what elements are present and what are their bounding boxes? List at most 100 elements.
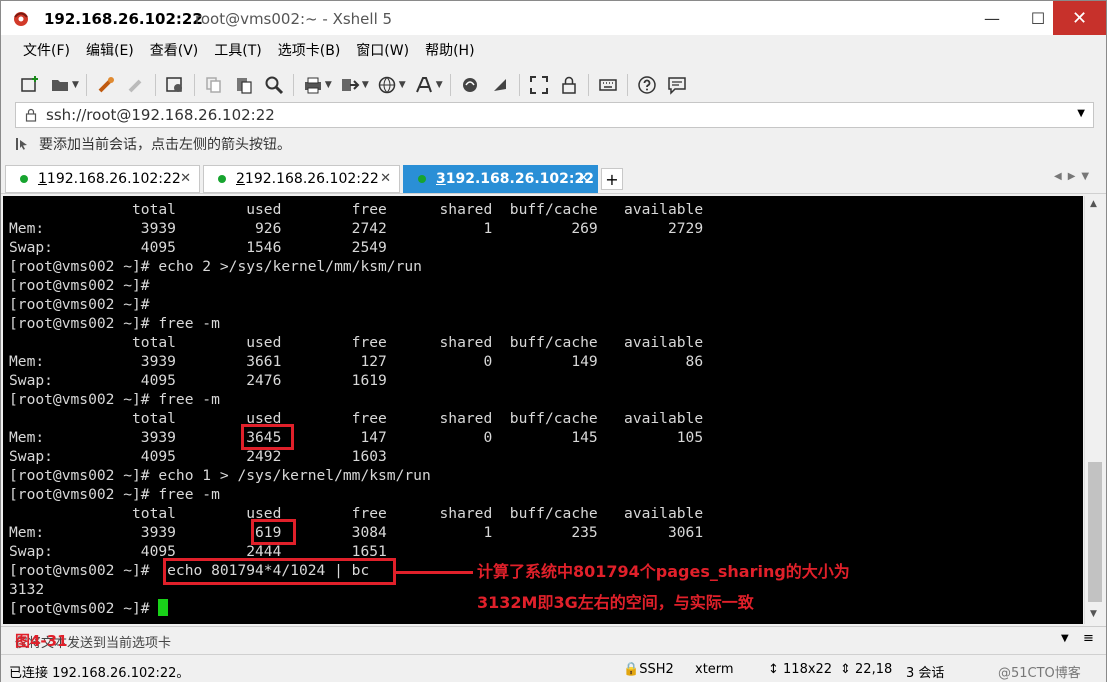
address-input[interactable]: ssh://root@192.168.26.102:22 [46,106,275,124]
close-button[interactable]: ✕ [1053,1,1106,35]
toolbar-divider [626,74,628,96]
scrollbar-thumb[interactable] [1088,462,1102,602]
highlight-box-used-619 [251,519,296,545]
menu-edit[interactable]: 编辑(E) [78,37,142,65]
toolbar-divider [292,74,294,96]
xftp-icon[interactable] [458,73,482,97]
highlight-box-used-3645 [241,424,294,450]
position-label: 22,18 [855,662,893,677]
window-title: root@vms002:~ - Xshell 5 [195,10,393,28]
terminal-line: Swap: 4095 1546 2549 [9,239,387,256]
chevron-down-icon[interactable]: ▼ [1077,108,1085,119]
chevron-down-icon[interactable]: ▼ [362,80,369,90]
chevron-down-icon[interactable]: ▼ [325,80,332,90]
chevron-down-icon[interactable]: ▼ [1061,633,1069,644]
tab-number: 2 [236,171,245,187]
lock-icon: 🔒 [623,662,640,677]
status-sessions: 3 会话 [906,666,945,681]
tab-session-3[interactable]: 3 192.168.26.102:22 ✕ [403,165,598,193]
terminal-line: [root@vms002 ~]# free -m [9,486,220,503]
disconnect-icon[interactable] [124,73,148,97]
chat-icon[interactable] [665,73,689,97]
address-bar[interactable]: ssh://root@192.168.26.102:22 ▼ [15,102,1094,128]
close-icon[interactable]: ✕ [180,171,191,186]
annotation-text-line-1: 计算了系统中801794个pages_sharing的大小为 [477,562,850,581]
menu-window[interactable]: 窗口(W) [348,37,417,65]
xmanager-icon[interactable] [488,73,512,97]
menu-tabs[interactable]: 选项卡(B) [270,37,349,65]
tab-label: 192.168.26.102:22 [46,171,181,187]
session-hint: 要添加当前会话，点击左侧的箭头按钮。 [15,132,291,156]
new-tab-button[interactable]: + [601,168,623,190]
toolbar-divider [85,74,87,96]
terminal-line: total used free shared buff/cache availa… [9,505,704,522]
menu-view[interactable]: 查看(V) [142,37,207,65]
terminal-line: [root@vms002 ~]# echo 2 >/sys/kernel/mm/… [9,258,422,275]
keyboard-icon[interactable] [596,73,620,97]
annotation-text-line-2: 3132M即3G左右的空间，与实际一致 [477,593,754,612]
vertical-scrollbar[interactable]: ▲ ▼ [1084,196,1104,624]
close-icon[interactable]: ✕ [380,171,391,186]
size-label: 118x22 [783,662,833,677]
status-size: ↕ 118x22 [768,662,832,677]
hint-text: 要添加当前会话，点击左侧的箭头按钮。 [39,137,291,153]
watermark: @51CTO博客 [998,666,1081,681]
properties-icon[interactable] [163,73,187,97]
help-icon[interactable] [635,73,659,97]
toolbar-divider [518,74,520,96]
status-cursor-position: ⇕ 22,18 [840,662,892,677]
terminal-line: Mem: 3939 619 3084 1 235 3061 [9,524,704,541]
menu-lines-icon[interactable]: ≡ [1083,631,1094,646]
chevron-down-icon[interactable]: ▼ [72,80,79,90]
print-icon[interactable] [301,73,325,97]
copy-icon[interactable] [202,73,226,97]
scroll-down-icon[interactable]: ▼ [1090,609,1097,619]
transfer-icon[interactable] [338,73,362,97]
menu-file[interactable]: 文件(F) [15,37,78,65]
window-title-host: 192.168.26.102:22 [44,10,203,28]
lock-screen-icon[interactable] [557,73,581,97]
tab-label: 192.168.26.102:22 [244,171,379,187]
find-icon[interactable] [262,73,286,97]
terminal-line: Mem: 3939 3661 127 0 149 86 [9,353,704,370]
tab-number: 1 [38,171,47,187]
tab-number: 3 [436,171,446,187]
menu-help[interactable]: 帮助(H) [417,37,482,65]
menu-bar: 文件(F) 编辑(E) 查看(V) 工具(T) 选项卡(B) 窗口(W) 帮助(… [1,37,1106,65]
font-icon[interactable] [412,73,436,97]
connected-status-icon [20,175,28,183]
status-bar: 已连接 192.168.26.102:22。 🔒SSH2 xterm ↕ 118… [1,654,1106,682]
fullscreen-icon[interactable] [527,73,551,97]
tab-scroll-arrows[interactable]: ◀▶▼ [1054,171,1095,182]
chevron-down-icon[interactable]: ▼ [399,80,406,90]
toolbar: ▼ ▼ ▼ ▼ ▼ [1,67,1106,103]
status-connection: 已连接 192.168.26.102:22。 [9,666,190,681]
terminal-line: [root@vms002 ~]# [9,277,150,294]
reconnect-icon[interactable] [94,73,118,97]
globe-icon[interactable] [375,73,399,97]
send-text-bar[interactable]: 仅将文本发送到当前选项卡 图4-31 ▼ ≡ [1,626,1106,652]
protocol-label: SSH2 [639,662,674,677]
connected-status-icon [218,175,226,183]
terminal-line: Swap: 4095 2476 1619 [9,372,387,389]
terminal-line: Mem: 3939 3645 147 0 145 105 [9,429,704,446]
tab-session-1[interactable]: 1 192.168.26.102:22 ✕ [5,165,200,193]
xshell-logo-icon [14,12,28,26]
figure-label: 图4-31 [15,632,68,650]
tab-session-2[interactable]: 2 192.168.26.102:22 ✕ [203,165,400,193]
toolbar-divider [154,74,156,96]
highlight-box-echo-command [163,558,396,585]
arrow-hint-icon[interactable] [15,137,29,151]
new-session-icon[interactable] [18,73,42,97]
chevron-down-icon[interactable]: ▼ [436,80,443,90]
status-terminal-type: xterm [695,662,734,677]
scroll-up-icon[interactable]: ▲ [1090,199,1097,209]
paste-icon[interactable] [232,73,256,97]
menu-tools[interactable]: 工具(T) [206,37,269,65]
terminal-lines: total used free shared buff/cache availa… [9,200,1083,599]
status-protocol: 🔒SSH2 [623,662,674,677]
close-icon[interactable]: ✕ [578,171,589,186]
open-folder-icon[interactable] [48,73,72,97]
minimize-button[interactable]: — [969,1,1015,35]
toolbar-divider [587,74,589,96]
